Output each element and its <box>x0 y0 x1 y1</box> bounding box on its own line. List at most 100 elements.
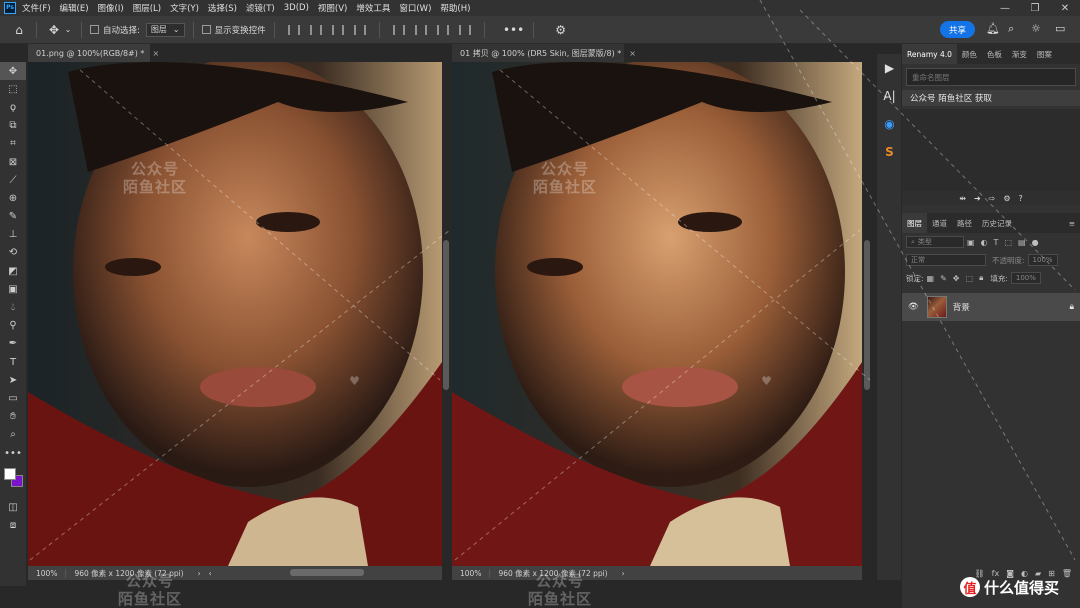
distribute-vertical-icon[interactable] <box>458 24 471 35</box>
align-center-icon[interactable] <box>309 24 322 35</box>
zoom-level[interactable]: 100% <box>452 568 491 578</box>
eye-icon[interactable]: 👁︎ <box>908 302 919 312</box>
chevron-down-icon[interactable]: ⌄ <box>63 25 73 34</box>
close-icon[interactable]: × <box>152 49 159 58</box>
screen-mode-icon[interactable]: ⧈ <box>0 516 26 534</box>
minimize-button[interactable]: — <box>990 0 1020 16</box>
menu-image[interactable]: 图像(I) <box>98 2 124 14</box>
layer-filter-dropdown[interactable]: ⌕ 类型 <box>906 236 964 248</box>
zoom-tool-icon[interactable]: ⌕ <box>0 426 26 444</box>
menu-help[interactable]: 帮助(H) <box>440 2 470 14</box>
filter-toggle-icon[interactable]: ● <box>1032 238 1039 247</box>
shape-filter-icon[interactable]: ⬚ <box>1004 238 1012 247</box>
foreground-color-swatch[interactable] <box>4 468 16 481</box>
smart-filter-icon[interactable]: ▤ <box>1018 238 1026 247</box>
lock-artboard-icon[interactable]: ⬚ <box>966 274 974 283</box>
move-tool-icon[interactable]: ✥ <box>45 23 63 37</box>
arrow-right-icon[interactable]: ➜ <box>974 194 981 203</box>
chevron-right-icon[interactable]: › <box>198 569 201 578</box>
character-panel-icon[interactable]: A| <box>877 82 902 110</box>
image-filter-icon[interactable]: ▣ <box>967 238 975 247</box>
opacity-input[interactable]: 100% <box>1027 254 1058 266</box>
lock-transparent-icon[interactable]: ▦ <box>927 274 935 283</box>
lasso-tool-icon[interactable]: ϙ <box>0 98 26 116</box>
canvas-retouched[interactable] <box>452 62 862 566</box>
move-tool-icon[interactable]: ✥ <box>0 62 26 81</box>
plugin-icon[interactable]: ◉ <box>877 110 902 138</box>
tab-gradients[interactable]: 渐变 <box>1007 44 1032 64</box>
help-icon[interactable]: ? <box>1019 194 1023 203</box>
expand-icon[interactable]: ⇹ <box>959 194 966 203</box>
dodge-tool-icon[interactable]: ⚲ <box>0 317 26 335</box>
show-transform-checkbox[interactable] <box>201 25 211 34</box>
color-swatches[interactable] <box>0 462 26 498</box>
path-select-icon[interactable]: ➤ <box>0 371 26 389</box>
horizontal-scrollbar[interactable] <box>290 569 364 576</box>
tab-patterns[interactable]: 图案 <box>1032 44 1057 64</box>
tab-swatches[interactable]: 色板 <box>982 44 1007 64</box>
tab-layers[interactable]: 图层 <box>902 213 927 233</box>
type-filter-icon[interactable]: T <box>994 238 999 247</box>
layer-name[interactable]: 背景 <box>953 301 970 313</box>
close-button[interactable]: ✕ <box>1050 0 1080 16</box>
lock-pixels-icon[interactable]: ✎ <box>940 274 947 283</box>
gear-icon[interactable]: ⚙ <box>552 23 570 37</box>
blur-tool-icon[interactable]: 💧︎ <box>0 298 26 316</box>
blend-mode-dropdown[interactable]: 正常 <box>906 254 986 266</box>
clone-stamp-icon[interactable]: ⊥ <box>0 226 26 244</box>
lock-position-icon[interactable]: ✥ <box>953 274 960 283</box>
auto-select-dropdown[interactable]: 图层 ⌄ <box>145 22 185 37</box>
adjustment-filter-icon[interactable]: ◐ <box>981 238 988 247</box>
menu-select[interactable]: 选择(S) <box>208 2 237 14</box>
menu-file[interactable]: 文件(F) <box>22 2 51 14</box>
search-icon[interactable]: ⌕ <box>1008 22 1014 36</box>
panel-menu-icon[interactable]: ≡ <box>1064 213 1080 233</box>
menu-filter[interactable]: 滤镜(T) <box>246 2 275 14</box>
arrow-right-outline-icon[interactable]: ⇨ <box>989 194 996 203</box>
vertical-scrollbar[interactable] <box>864 240 870 390</box>
chevron-left-icon[interactable]: ‹ <box>209 569 212 578</box>
vertical-scrollbar[interactable] <box>443 240 449 390</box>
eyedropper-tool-icon[interactable]: ⟋ <box>0 171 26 189</box>
pen-tool-icon[interactable]: ✒ <box>0 335 26 353</box>
share-button[interactable]: 共享 <box>940 21 975 38</box>
home-icon[interactable]: ⌂ <box>10 23 28 37</box>
plugin-s-icon[interactable]: S <box>877 138 902 166</box>
menu-3d[interactable]: 3D(D) <box>284 3 309 13</box>
tab-color[interactable]: 颜色 <box>957 44 982 64</box>
tab-renamy[interactable]: Renamy 4.0 <box>902 44 957 64</box>
distribute-horizontal-icon[interactable] <box>353 24 366 35</box>
menu-layer[interactable]: 图层(L) <box>133 2 161 14</box>
gear-icon[interactable]: ⚙ <box>1003 194 1010 203</box>
lightbulb-icon[interactable]: ☼ <box>1031 22 1041 35</box>
marquee-tool-icon[interactable]: ⬚ <box>0 80 26 98</box>
fill-input[interactable]: 100% <box>1010 272 1041 284</box>
align-left-icon[interactable] <box>287 24 300 35</box>
bell-icon[interactable]: 🔔︎ <box>986 22 1000 35</box>
restore-button[interactable]: ❐ <box>1020 0 1050 16</box>
menu-plugins[interactable]: 增效工具 <box>356 2 390 14</box>
menu-edit[interactable]: 编辑(E) <box>60 2 89 14</box>
history-brush-icon[interactable]: ⟲ <box>0 244 26 262</box>
menu-window[interactable]: 窗口(W) <box>399 2 431 14</box>
type-tool-icon[interactable]: T <box>0 353 26 371</box>
workspace-icon[interactable]: ▭ <box>1055 22 1065 35</box>
align-middle-icon[interactable] <box>414 24 427 35</box>
zoom-level[interactable]: 100% <box>28 568 67 578</box>
align-top-icon[interactable] <box>392 24 405 35</box>
play-icon[interactable]: ▶ <box>877 54 902 82</box>
lock-all-icon[interactable]: 🔒︎ <box>979 273 983 283</box>
healing-brush-icon[interactable]: ⊕ <box>0 189 26 207</box>
rectangle-tool-icon[interactable]: ▭ <box>0 389 26 407</box>
renamy-list-item[interactable]: 公众号 陌鱼社区 获取 <box>902 90 1080 106</box>
canvas-original[interactable] <box>28 62 442 566</box>
rename-layer-input[interactable]: 重命名图层 <box>906 68 1076 86</box>
object-select-tool-icon[interactable]: ⧉ <box>0 117 26 135</box>
align-right-icon[interactable] <box>331 24 344 35</box>
menu-view[interactable]: 视图(V) <box>318 2 347 14</box>
document-tab-1[interactable]: 01.png @ 100%(RGB/8#) * × <box>28 44 159 62</box>
auto-select-checkbox[interactable] <box>90 25 99 34</box>
crop-tool-icon[interactable]: ⌗ <box>0 135 26 153</box>
brush-tool-icon[interactable]: ✎ <box>0 208 26 226</box>
menu-type[interactable]: 文字(Y) <box>170 2 199 14</box>
